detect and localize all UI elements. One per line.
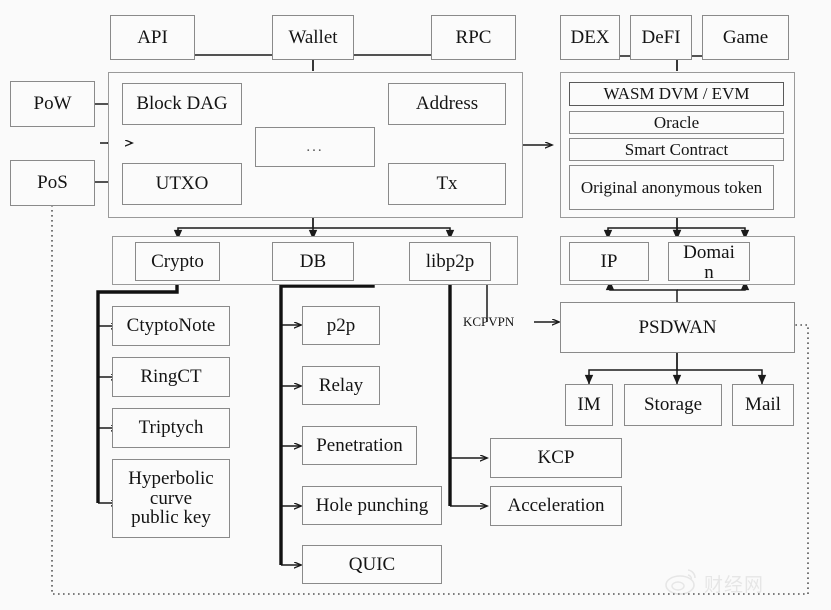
node-relay[interactable]: Relay xyxy=(302,366,380,405)
node-ip[interactable]: IP xyxy=(569,242,649,281)
node-p2p[interactable]: p2p xyxy=(302,306,380,345)
node-acceleration-label: Acceleration xyxy=(507,495,605,517)
node-libp2p[interactable]: libp2p xyxy=(409,242,491,281)
node-api[interactable]: API xyxy=(110,15,195,60)
node-wallet[interactable]: Wallet xyxy=(272,15,354,60)
node-kcp-label: KCP xyxy=(537,447,575,469)
node-hyperbolic-curve-public-key[interactable]: Hyperbolic curve public key xyxy=(112,459,230,538)
node-address-label: Address xyxy=(415,93,479,115)
node-defi-label: DeFI xyxy=(641,26,681,48)
kcpvpn-label: KCPVPN xyxy=(463,314,514,330)
node-ctyptonote-label: CtyptoNote xyxy=(126,315,216,337)
node-im[interactable]: IM xyxy=(565,384,613,426)
node-anonymous-token-label: Original anonymous token xyxy=(580,177,763,197)
node-psdwan[interactable]: PSDWAN xyxy=(560,302,795,353)
node-libp2p-label: libp2p xyxy=(425,250,475,272)
node-oracle[interactable]: Oracle xyxy=(569,111,784,134)
node-crypto-label: Crypto xyxy=(151,250,204,272)
architecture-diagram: PoW PoS API Wallet RPC DEX DeFI Game Blo… xyxy=(0,0,831,610)
node-address[interactable]: Address xyxy=(388,83,506,125)
node-tx-label: Tx xyxy=(436,173,458,195)
kcpvpn-label-text: KCPVPN xyxy=(463,314,515,329)
node-smart-contract[interactable]: Smart Contract xyxy=(569,138,784,161)
node-hyperbolic-line1: Hyperbolic xyxy=(128,467,214,489)
node-ringct[interactable]: RingCT xyxy=(112,357,230,397)
node-game[interactable]: Game xyxy=(702,15,789,60)
node-wallet-label: Wallet xyxy=(288,26,338,48)
node-db[interactable]: DB xyxy=(272,242,354,281)
node-pow-label: PoW xyxy=(33,93,72,115)
node-ringct-label: RingCT xyxy=(140,366,202,388)
node-smart-contract-label: Smart Contract xyxy=(624,139,729,159)
node-rpc-label: RPC xyxy=(455,26,492,48)
node-mail[interactable]: Mail xyxy=(732,384,794,426)
watermark-text: 财经网 xyxy=(704,575,765,596)
node-utxo-label: UTXO xyxy=(155,173,209,195)
node-utxo[interactable]: UTXO xyxy=(122,163,242,205)
node-defi[interactable]: DeFI xyxy=(630,15,692,60)
node-pos-label: PoS xyxy=(37,172,68,194)
node-domain[interactable]: Domai n xyxy=(668,242,750,283)
node-ctyptonote[interactable]: CtyptoNote xyxy=(112,306,230,346)
node-storage-label: Storage xyxy=(643,394,703,416)
node-tx[interactable]: Tx xyxy=(388,163,506,205)
node-quic-label: QUIC xyxy=(348,553,396,575)
node-core-ellipsis[interactable]: ... xyxy=(255,127,375,167)
node-penetration[interactable]: Penetration xyxy=(302,426,417,465)
node-kcp[interactable]: KCP xyxy=(490,438,622,478)
node-pos[interactable]: PoS xyxy=(10,160,95,206)
node-triptych[interactable]: Triptych xyxy=(112,408,230,448)
node-p2p-label: p2p xyxy=(326,314,356,336)
node-block-dag[interactable]: Block DAG xyxy=(122,83,242,125)
node-wasm-dvm-evm-label: WASM DVM / EVM xyxy=(603,84,750,104)
node-mail-label: Mail xyxy=(745,394,781,416)
node-dex[interactable]: DEX xyxy=(560,15,620,60)
node-hyperbolic-line3: public key xyxy=(131,507,211,529)
node-dex-label: DEX xyxy=(570,26,610,48)
node-api-label: API xyxy=(137,26,168,48)
node-domain-label-line1: Domai xyxy=(683,242,735,263)
node-rpc[interactable]: RPC xyxy=(431,15,516,60)
node-im-label: IM xyxy=(577,394,601,416)
node-db-label: DB xyxy=(299,250,327,272)
node-ip-label: IP xyxy=(600,250,618,272)
node-game-label: Game xyxy=(722,26,769,48)
node-crypto[interactable]: Crypto xyxy=(135,242,220,281)
node-triptych-label: Triptych xyxy=(138,417,204,439)
node-storage[interactable]: Storage xyxy=(624,384,722,426)
node-core-ellipsis-label: ... xyxy=(306,138,324,155)
weibo-logo-icon xyxy=(665,569,696,595)
node-hole-punching[interactable]: Hole punching xyxy=(302,486,442,525)
node-pow[interactable]: PoW xyxy=(10,81,95,127)
node-acceleration[interactable]: Acceleration xyxy=(490,486,622,526)
node-psdwan-label: PSDWAN xyxy=(638,316,717,338)
node-wasm-dvm-evm[interactable]: WASM DVM / EVM xyxy=(569,82,784,106)
node-domain-label-line2: n xyxy=(704,261,714,283)
node-penetration-label: Penetration xyxy=(316,434,403,456)
node-oracle-label: Oracle xyxy=(653,112,700,132)
weibo-watermark: 财经网 xyxy=(664,566,824,600)
node-block-dag-label: Block DAG xyxy=(136,93,228,115)
node-relay-label: Relay xyxy=(318,374,364,396)
node-quic[interactable]: QUIC xyxy=(302,545,442,584)
node-anonymous-token[interactable]: Original anonymous token xyxy=(569,165,774,210)
node-hole-punching-label: Hole punching xyxy=(315,494,429,516)
node-hyperbolic-line2: curve xyxy=(149,487,193,509)
